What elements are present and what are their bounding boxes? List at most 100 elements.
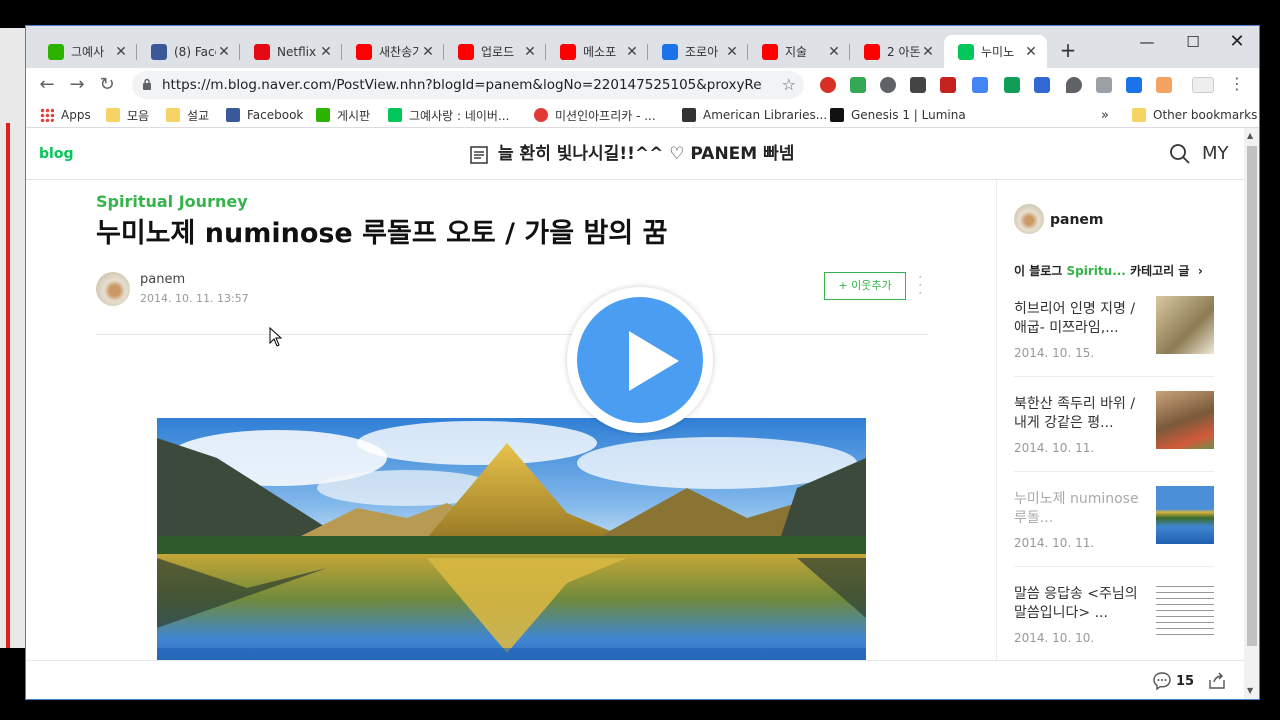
screen: 그예사✕(8) Face✕Netflix✕새찬송가✕업로드✕메소포✕조로아✕지술… <box>0 0 1280 720</box>
category-posts-header[interactable]: 이 블로그 Spiritu... 카테고리 글 › <box>1014 262 1203 279</box>
scroll-up-arrow[interactable]: ▲ <box>1247 131 1253 140</box>
related-post-date: 2014. 10. 15. <box>1014 346 1095 360</box>
close-tab-icon[interactable]: ✕ <box>318 44 334 60</box>
maximize-button[interactable]: ☐ <box>1170 30 1216 54</box>
close-tab-icon[interactable]: ✕ <box>920 44 936 60</box>
reload-button[interactable]: ↻ <box>94 72 120 98</box>
extension-green-icon[interactable] <box>850 77 866 93</box>
comment-icon[interactable] <box>1152 671 1172 691</box>
browser-tab[interactable]: 2 아돈 ✕ <box>850 35 944 68</box>
search-icon[interactable] <box>1169 143 1191 165</box>
bookmark-item[interactable]: Apps <box>40 106 91 124</box>
extension-orange-icon[interactable] <box>1156 77 1172 93</box>
sidebar-blog-name[interactable]: panem <box>1050 212 1104 228</box>
post-list-icon[interactable] <box>470 146 488 164</box>
page-scrollbar[interactable]: ▲ ▼ <box>1244 128 1259 699</box>
youtube-icon <box>864 43 880 60</box>
close-tab-icon[interactable]: ✕ <box>1023 44 1039 60</box>
related-post-thumbnail <box>1156 391 1214 449</box>
comment-count[interactable]: 15 <box>1176 661 1194 699</box>
extension-text-icon[interactable] <box>1192 77 1214 93</box>
browser-tab[interactable]: 메소포 ✕ <box>546 35 648 68</box>
my-menu-button[interactable]: MY <box>1202 128 1229 180</box>
scrollbar-thumb[interactable] <box>1247 146 1257 646</box>
bookmark-item[interactable]: 설교 <box>166 106 209 124</box>
author-name[interactable]: panem <box>140 272 185 287</box>
youtube-icon <box>356 43 372 60</box>
extension-bookmark-icon[interactable] <box>1126 77 1142 93</box>
browser-tab[interactable]: 누미노 ✕ <box>944 35 1047 68</box>
forward-button[interactable]: → <box>64 72 90 98</box>
related-post-item[interactable]: 말씀 응답송 <주님의 말씀입니다> ... 2014. 10. 10. <box>1014 581 1214 665</box>
close-tab-icon[interactable]: ✕ <box>624 44 640 60</box>
author-avatar[interactable] <box>96 272 130 306</box>
category-prefix: 이 블로그 <box>1014 264 1063 278</box>
folder-icon <box>166 108 180 122</box>
extension-translate-icon[interactable] <box>972 77 988 93</box>
post-category[interactable]: Spiritual Journey <box>96 190 928 214</box>
bookmark-item[interactable]: Facebook <box>226 106 303 124</box>
close-tab-icon[interactable]: ✕ <box>113 44 129 60</box>
browser-tab[interactable]: 그예사 ✕ <box>34 35 137 68</box>
add-neighbor-button[interactable]: + 이웃추가 <box>824 272 906 300</box>
extension-gray-icon[interactable] <box>1096 77 1112 93</box>
close-window-button[interactable]: ✕ <box>1214 30 1259 54</box>
browser-tab[interactable]: 조로아 ✕ <box>648 35 748 68</box>
url-text: https://m.blog.naver.com/PostView.nhn?bl… <box>162 77 762 93</box>
related-post-item[interactable]: 북한산 족두리 바위 / 내게 강같은 평... 2014. 10. 11. <box>1014 391 1214 475</box>
browser-tab[interactable]: (8) Face✕ <box>137 35 240 68</box>
back-button[interactable]: ← <box>34 72 60 98</box>
extension-pin-icon[interactable] <box>1066 77 1082 93</box>
scroll-down-arrow[interactable]: ▼ <box>1247 686 1253 695</box>
address-bar[interactable]: https://m.blog.naver.com/PostView.nhn?bl… <box>132 71 804 99</box>
browser-tab[interactable]: 지술 ✕ <box>748 35 850 68</box>
related-post-title: 북한산 족두리 바위 / 내게 강같은 평... <box>1014 396 1136 431</box>
youtube-icon <box>458 43 474 60</box>
browser-menu-icon[interactable]: ⋮ <box>1229 74 1245 93</box>
close-tab-icon[interactable]: ✕ <box>216 44 232 60</box>
minimize-button[interactable]: — <box>1124 30 1170 54</box>
bookmarks-overflow-button[interactable]: » <box>1101 106 1109 124</box>
extension-film-icon[interactable] <box>940 77 956 93</box>
lock-icon <box>143 78 151 90</box>
browser-tab[interactable]: Netflix ✕ <box>240 35 342 68</box>
related-post-date: 2014. 10. 11. <box>1014 441 1095 455</box>
other-bookmarks[interactable]: Other bookmarks <box>1132 106 1257 124</box>
bookmark-item[interactable]: 미션인아프리카 - ... <box>534 106 656 124</box>
related-post-item[interactable]: 누미노제 numinose 루돌... 2014. 10. 11. <box>1014 486 1214 570</box>
extension-download-icon[interactable] <box>910 77 926 93</box>
sidebar-avatar[interactable] <box>1014 204 1044 234</box>
play-icon <box>629 331 679 391</box>
more-options-icon[interactable]: · · · <box>918 271 926 301</box>
extension-eye-icon[interactable] <box>880 77 896 93</box>
close-tab-icon[interactable]: ✕ <box>420 44 436 60</box>
bookmark-item[interactable]: 모음 <box>106 106 149 124</box>
extension-blue-icon[interactable] <box>1034 77 1050 93</box>
new-tab-button[interactable]: + <box>1056 38 1080 62</box>
bookmark-item[interactable]: 게시판 <box>316 106 370 124</box>
tab-title: 그예사 <box>71 45 105 59</box>
browser-toolbar: ← → ↻ https://m.blog.naver.com/PostView.… <box>26 68 1259 102</box>
post-content: Spiritual Journey 누미노제 numinose 루돌프 오토 /… <box>96 190 928 335</box>
related-post-divider <box>1014 376 1214 377</box>
author-block: panem 2014. 10. 11. 13:57 + 이웃추가 · · · <box>96 271 928 308</box>
share-icon[interactable] <box>1207 671 1227 691</box>
extension-red-icon[interactable] <box>820 77 836 93</box>
browser-tab[interactable]: 새찬송가 ✕ <box>342 35 444 68</box>
related-post-item[interactable]: 히브리어 인명 지명 / 애굽- 미쯔라임,... 2014. 10. 15. <box>1014 296 1214 380</box>
blog-logo[interactable]: blog <box>39 128 73 180</box>
close-tab-icon[interactable]: ✕ <box>724 44 740 60</box>
blog-header-title[interactable]: 늘 환히 빛나시길!!^^ ♡ PANEM 빠넴 <box>498 128 794 180</box>
extension-sheet-icon[interactable] <box>1004 77 1020 93</box>
post-title: 누미노제 numinose 루돌프 오토 / 가을 밤의 꿈 <box>96 218 668 249</box>
bookmark-item[interactable]: Genesis 1 | Lumina <box>830 106 966 124</box>
bookmark-star-icon[interactable]: ☆ <box>782 71 796 99</box>
browser-tab[interactable]: 업로드 ✕ <box>444 35 546 68</box>
bookmark-item[interactable]: American Libraries... <box>682 106 827 124</box>
blog-header: blog 늘 환히 빛나시길!!^^ ♡ PANEM 빠넴 MY <box>26 128 1244 180</box>
bookmarks-bar: Apps 모음 설교 Facebook 게시판 그예사랑 : 네이버... 미션인아프리카 … <box>26 102 1259 128</box>
video-play-button[interactable] <box>567 287 713 433</box>
close-tab-icon[interactable]: ✕ <box>522 44 538 60</box>
bookmark-item[interactable]: 그예사랑 : 네이버... <box>388 106 509 124</box>
close-tab-icon[interactable]: ✕ <box>826 44 842 60</box>
